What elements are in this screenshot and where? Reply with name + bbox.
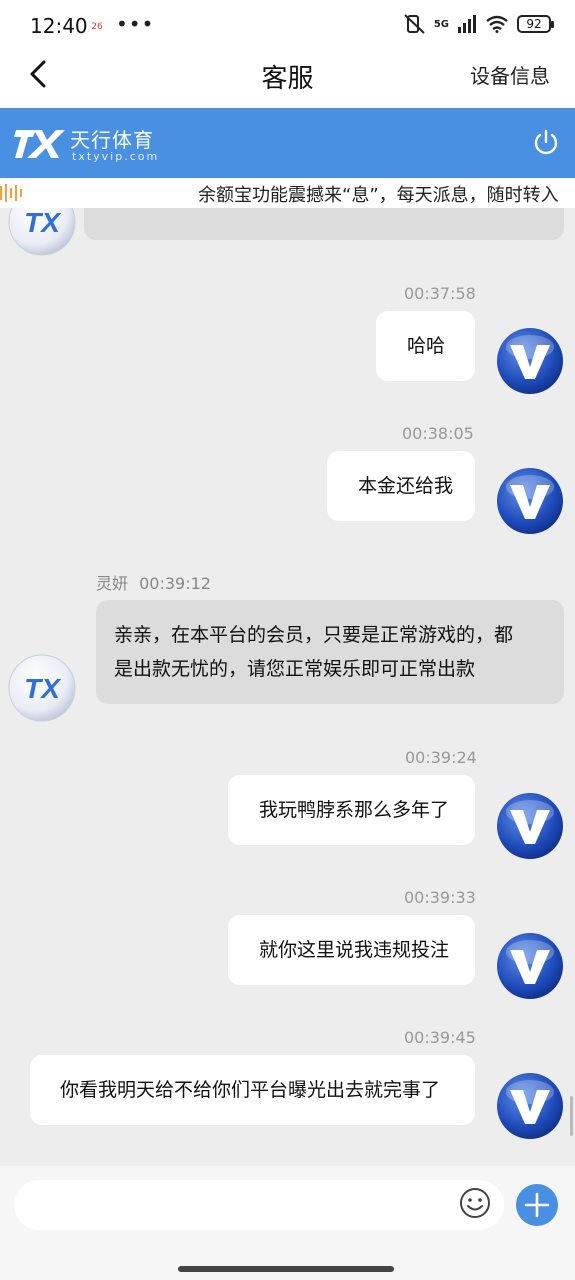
mute-vibrate-icon <box>404 14 425 34</box>
message-timestamp: 00:39:24 <box>405 748 477 767</box>
power-button[interactable] <box>531 128 561 158</box>
message-timestamp: 00:39:12 <box>139 574 211 593</box>
more-notifications-icon: ••• <box>116 12 155 36</box>
message-text: 就你这里说我违规投注 <box>259 939 450 961</box>
brand-header: 天行体育 txtyvip.com <box>0 108 575 178</box>
agent-sender-line: 灵妍 00:39:12 <box>96 570 211 594</box>
chat-area[interactable]: 00:37:58 哈哈 00:38:05 本金还给我 灵妍 00:39:12 亲… <box>0 208 575 1166</box>
announcement-marquee[interactable]: 余额宝功能震撼来“息”，每天派息，随时转入 <box>0 178 575 208</box>
user-avatar-icon <box>496 467 564 535</box>
user-message-bubble: 就你这里说我违规投注 <box>228 915 475 985</box>
title-bar: 客服 设备信息 <box>0 52 575 108</box>
device-info-button[interactable]: 设备信息 <box>470 60 550 89</box>
message-text: 本金还给我 <box>358 475 454 497</box>
user-message-bubble: 本金还给我 <box>327 451 475 521</box>
network-type: 5G <box>433 18 449 30</box>
brand-name: 天行体育 <box>70 128 154 152</box>
chat-scrollbar[interactable] <box>570 1096 573 1136</box>
emoji-button[interactable] <box>458 1186 492 1220</box>
message-bubble-partial <box>84 208 564 240</box>
emoji-icon <box>460 1188 490 1218</box>
status-icons: 5G 92 <box>404 14 554 34</box>
user-avatar-icon <box>496 327 564 395</box>
agent-avatar-icon <box>8 654 76 722</box>
message-text: 哈哈 <box>407 335 446 357</box>
agent-avatar-icon <box>8 208 76 256</box>
brand-logo-icon <box>14 130 65 158</box>
message-timestamp: 00:39:45 <box>404 1028 476 1047</box>
message-text: 我玩鸭脖系那么多年了 <box>259 799 450 821</box>
status-bar: 12:40 26 ••• 5G 92 <box>0 0 575 52</box>
add-attachment-button[interactable] <box>516 1184 558 1226</box>
input-bar <box>0 1166 575 1280</box>
status-time: 12:40 <box>30 14 88 38</box>
marquee-text: 余额宝功能震撼来“息”，每天派息，随时转入 <box>198 185 559 206</box>
user-avatar-icon <box>496 792 564 860</box>
user-message-bubble: 你看我明天给不给你们平台曝光出去就完事了 <box>30 1055 475 1125</box>
user-avatar-icon <box>496 932 564 1000</box>
user-message-bubble: 我玩鸭脖系那么多年了 <box>228 775 475 845</box>
battery-indicator: 92 <box>517 15 554 33</box>
message-text-line: 是出款无忧的，请您正常娱乐即可正常出款 <box>114 658 476 680</box>
notification-icon: 26 <box>91 22 103 32</box>
home-indicator[interactable] <box>178 1266 394 1272</box>
user-avatar-icon <box>496 1072 564 1140</box>
message-timestamp: 00:37:58 <box>404 284 476 303</box>
user-message-bubble: 哈哈 <box>376 311 475 381</box>
message-timestamp: 00:39:33 <box>404 888 476 907</box>
wifi-icon <box>486 15 508 33</box>
message-timestamp: 00:38:05 <box>402 424 474 443</box>
agent-name: 灵妍 <box>96 574 129 593</box>
brand-url: txtyvip.com <box>72 150 160 163</box>
speaker-icon <box>0 184 22 202</box>
message-text-line: 亲亲，在本平台的会员，只要是正常游戏的，都 <box>114 624 514 646</box>
message-text: 你看我明天给不给你们平台曝光出去就完事了 <box>60 1079 441 1101</box>
signal-icon <box>458 15 476 33</box>
message-input[interactable] <box>14 1180 504 1230</box>
agent-message-bubble: 亲亲，在本平台的会员，只要是正常游戏的，都 是出款无忧的，请您正常娱乐即可正常出… <box>96 600 564 704</box>
